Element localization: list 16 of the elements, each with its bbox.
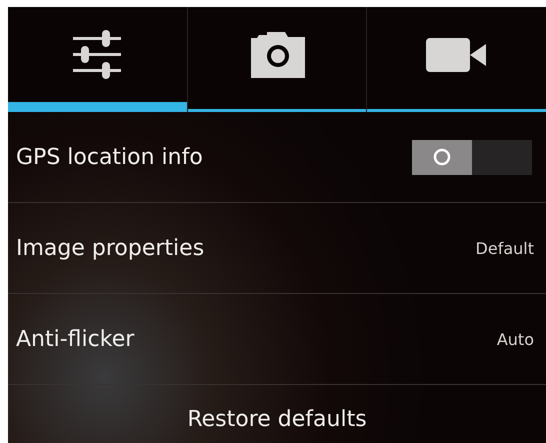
setting-value: Auto <box>496 330 534 348</box>
setting-label: Anti-flicker <box>16 326 134 352</box>
ring-icon <box>433 148 451 166</box>
settings-row[interactable]: GPS location info <box>8 112 546 203</box>
tab[interactable] <box>8 7 188 112</box>
setting-value: Default <box>476 238 534 258</box>
restore-defaults-button[interactable]: Restore defaults <box>179 403 375 436</box>
toggle-switch[interactable] <box>412 140 532 174</box>
setting-label: Image properties <box>16 236 204 260</box>
tab[interactable] <box>188 7 368 112</box>
sliders-icon <box>71 28 124 80</box>
camera-icon <box>249 32 305 78</box>
video-camera-icon <box>426 38 488 72</box>
setting-label: GPS location info <box>16 144 203 170</box>
settings-row[interactable]: Image properties Default <box>8 203 546 294</box>
settings-row[interactable]: Anti-flicker Auto <box>8 294 546 385</box>
